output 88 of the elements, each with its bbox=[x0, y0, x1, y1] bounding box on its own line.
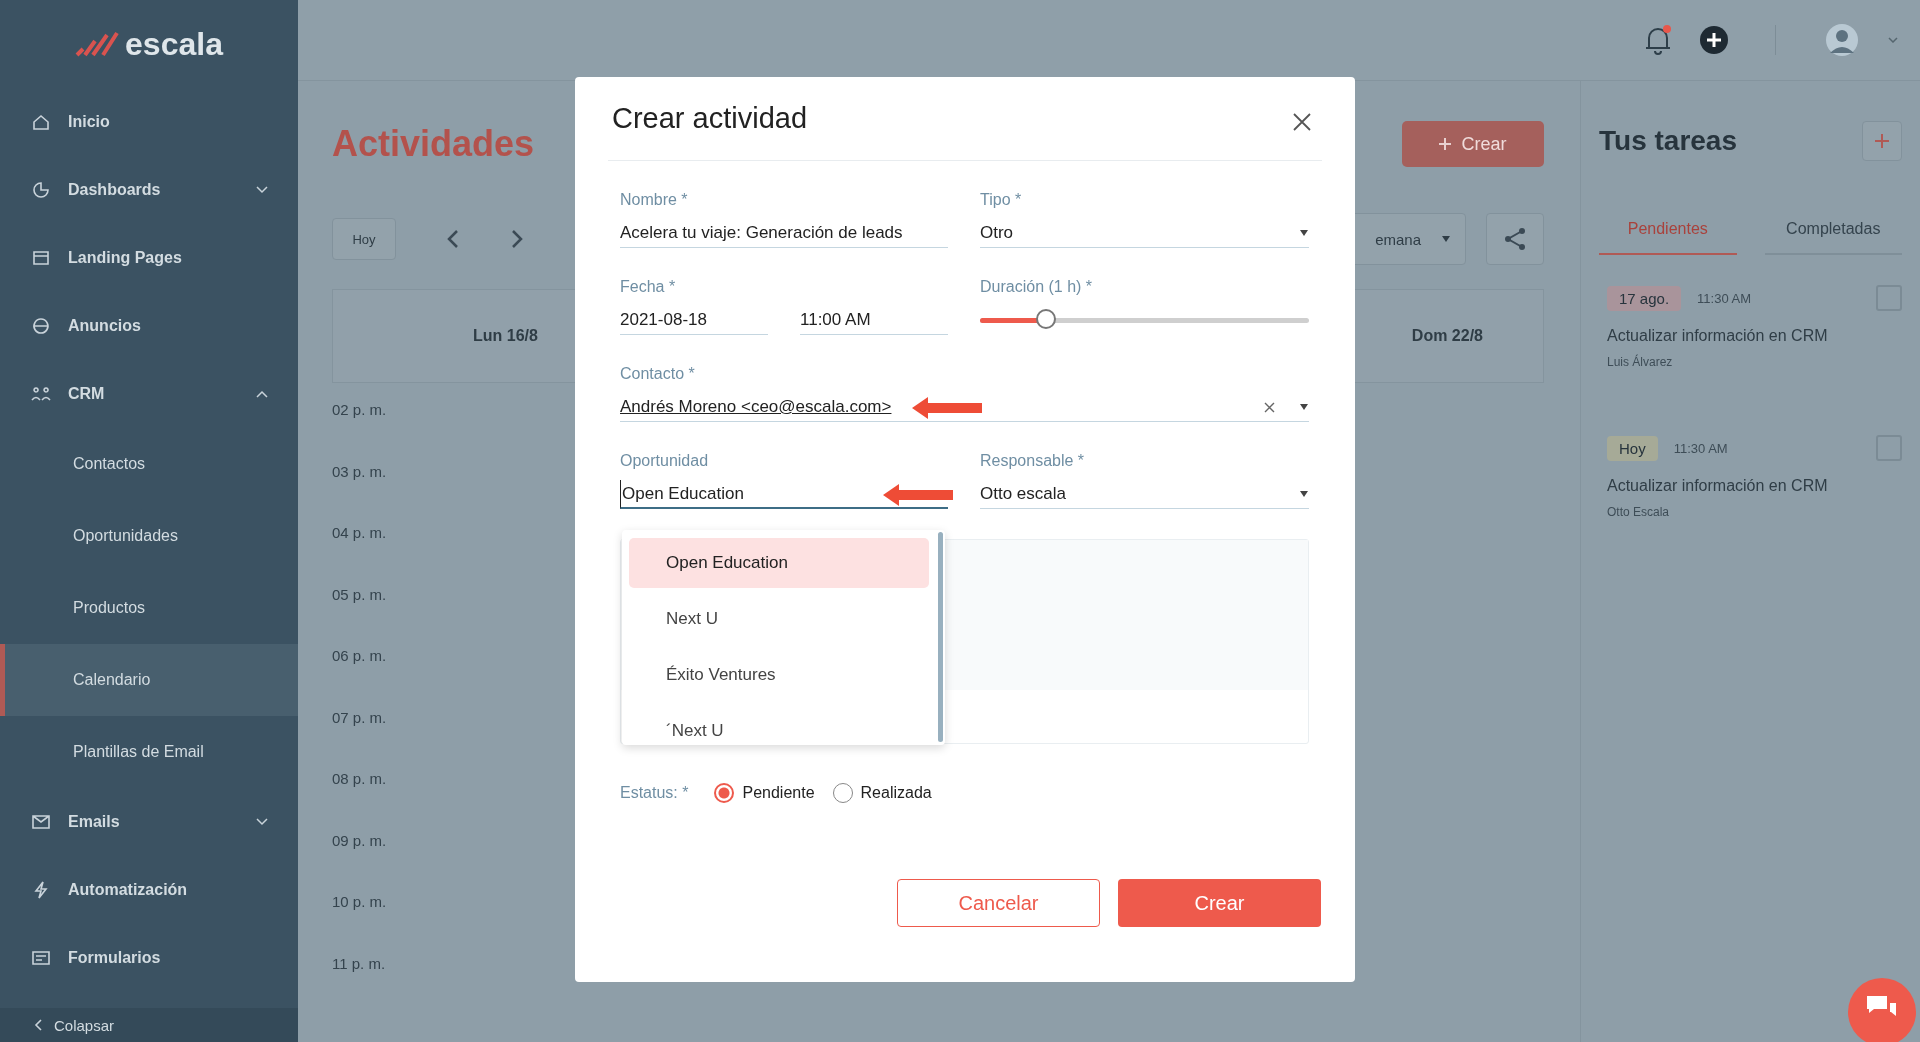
today-button[interactable]: Hoy bbox=[332, 218, 396, 260]
panel-title: Tus tareas bbox=[1599, 125, 1737, 157]
time-field[interactable]: 11:00 AM bbox=[800, 306, 948, 335]
page-title: Actividades bbox=[332, 123, 535, 165]
status-radio[interactable]: Realizada bbox=[832, 783, 932, 803]
menu-icon bbox=[30, 315, 52, 337]
field-label: Nombre * bbox=[620, 191, 689, 210]
next-icon[interactable] bbox=[510, 229, 524, 249]
task-time: 11:30 AM bbox=[1697, 290, 1752, 306]
sidebar-item[interactable]: Automatización bbox=[0, 856, 298, 924]
dropdown-option[interactable]: ´Next U bbox=[629, 706, 929, 756]
sidebar-item[interactable]: Emails bbox=[0, 788, 298, 856]
hour-label: 02 p. m. bbox=[332, 401, 387, 420]
sidebar-item[interactable]: Dashboards bbox=[0, 156, 298, 224]
caret-icon bbox=[1299, 230, 1309, 236]
field-label: Fecha * bbox=[620, 278, 677, 297]
caret-icon bbox=[1441, 236, 1451, 242]
hour-label: 07 p. m. bbox=[332, 708, 387, 728]
field-label: Contacto * bbox=[620, 365, 696, 384]
dropdown-option[interactable]: Open Education bbox=[629, 538, 929, 588]
task-title: Actualizar información en CRM bbox=[1607, 477, 1829, 495]
hour-label: 11 p. m. bbox=[332, 954, 386, 974]
logo-icon bbox=[75, 31, 120, 57]
task-time: 11:30 AM bbox=[1673, 440, 1729, 456]
field-label: Estatus: * bbox=[620, 784, 689, 802]
day-label: Lun 16/8 bbox=[473, 327, 538, 345]
hour-label: 10 p. m. bbox=[332, 893, 387, 912]
hour-label: 09 p. m. bbox=[332, 831, 387, 851]
chevron-icon bbox=[34, 1019, 42, 1031]
dropdown-option[interactable]: Éxito Ventures bbox=[629, 650, 929, 700]
hour-label: 03 p. m. bbox=[332, 462, 387, 482]
add-icon[interactable] bbox=[1699, 25, 1729, 55]
add-task-button[interactable] bbox=[1862, 121, 1902, 161]
close-icon[interactable] bbox=[1292, 111, 1312, 132]
sidebar-subitem[interactable]: Contactos bbox=[0, 428, 298, 500]
cancel-button[interactable]: Cancelar bbox=[897, 879, 1100, 927]
field-label: Responsable * bbox=[980, 452, 1086, 471]
sidebar-item[interactable]: CRM bbox=[0, 360, 298, 428]
collapse-link[interactable]: Colapsar bbox=[54, 1016, 115, 1034]
dialog-title: Crear actividad bbox=[612, 102, 808, 135]
arrow-icon bbox=[883, 484, 953, 506]
menu-icon bbox=[30, 179, 52, 201]
task-title: Actualizar información en CRM bbox=[1607, 327, 1829, 345]
arrow-icon bbox=[912, 397, 982, 419]
tab[interactable]: Completadas bbox=[1764, 205, 1902, 255]
previous-icon[interactable] bbox=[446, 229, 460, 249]
bell-icon[interactable] bbox=[1643, 24, 1673, 56]
caret-icon[interactable] bbox=[1888, 37, 1898, 43]
sidebar-subitem[interactable]: Plantillas de Email bbox=[0, 716, 298, 788]
sidebar-item[interactable]: Inicio bbox=[0, 88, 298, 156]
caret-icon bbox=[1299, 404, 1309, 410]
hour-label: 06 p. m. bbox=[332, 647, 387, 666]
share-icon bbox=[1502, 227, 1528, 251]
hour-label: 05 p. m. bbox=[332, 585, 387, 605]
field-label: Duración (1 h) * bbox=[980, 278, 1094, 297]
dropdown-option[interactable]: Next U bbox=[629, 594, 929, 644]
plus-icon bbox=[1439, 138, 1452, 150]
caret-icon bbox=[1299, 491, 1309, 497]
sidebar-subitem[interactable]: Calendario bbox=[0, 644, 298, 716]
create-button[interactable]: Crear bbox=[1402, 121, 1544, 167]
status-radio[interactable]: Pendiente bbox=[714, 783, 815, 803]
logo-text: escala bbox=[125, 25, 223, 63]
sidebar-item[interactable]: Anuncios bbox=[0, 292, 298, 360]
hour-label: 04 p. m. bbox=[332, 524, 387, 543]
slider-thumb[interactable] bbox=[1035, 309, 1056, 329]
sidebar-subitem[interactable]: Oportunidades bbox=[0, 500, 298, 572]
sidebar-item[interactable]: Formularios bbox=[0, 924, 298, 992]
hour-label: 08 p. m. bbox=[332, 770, 387, 789]
field-label: Oportunidad bbox=[620, 452, 710, 471]
clear-icon[interactable] bbox=[1264, 401, 1275, 413]
day-label: Dom 22/8 bbox=[1411, 327, 1483, 345]
task-assignee: Luis Álvarez bbox=[1607, 355, 1674, 369]
type-select[interactable]: Otro bbox=[980, 219, 1309, 248]
create-button[interactable]: Crear bbox=[1118, 879, 1321, 927]
scrollbar[interactable] bbox=[938, 532, 943, 742]
date-badge: Hoy bbox=[1607, 435, 1658, 461]
sidebar-item[interactable]: Landing Pages bbox=[0, 224, 298, 292]
owner-select[interactable]: Otto escala bbox=[980, 480, 1309, 509]
opportunity-field[interactable]: Open Education bbox=[620, 480, 948, 509]
date-field[interactable]: 2021-08-18 bbox=[620, 306, 768, 335]
contact-select[interactable]: Andrés Moreno <ceo@escala.com> bbox=[620, 393, 1309, 422]
sidebar-subitem[interactable]: Productos bbox=[0, 572, 298, 644]
date-badge: 17 ago. bbox=[1607, 285, 1682, 311]
task-assignee: Otto Escala bbox=[1607, 505, 1671, 519]
share-button[interactable] bbox=[1486, 213, 1544, 265]
field-label: Tipo * bbox=[980, 191, 1023, 210]
name-field[interactable]: Acelera tu viaje: Generación de leads bbox=[620, 219, 948, 248]
plus-icon bbox=[1874, 133, 1890, 149]
